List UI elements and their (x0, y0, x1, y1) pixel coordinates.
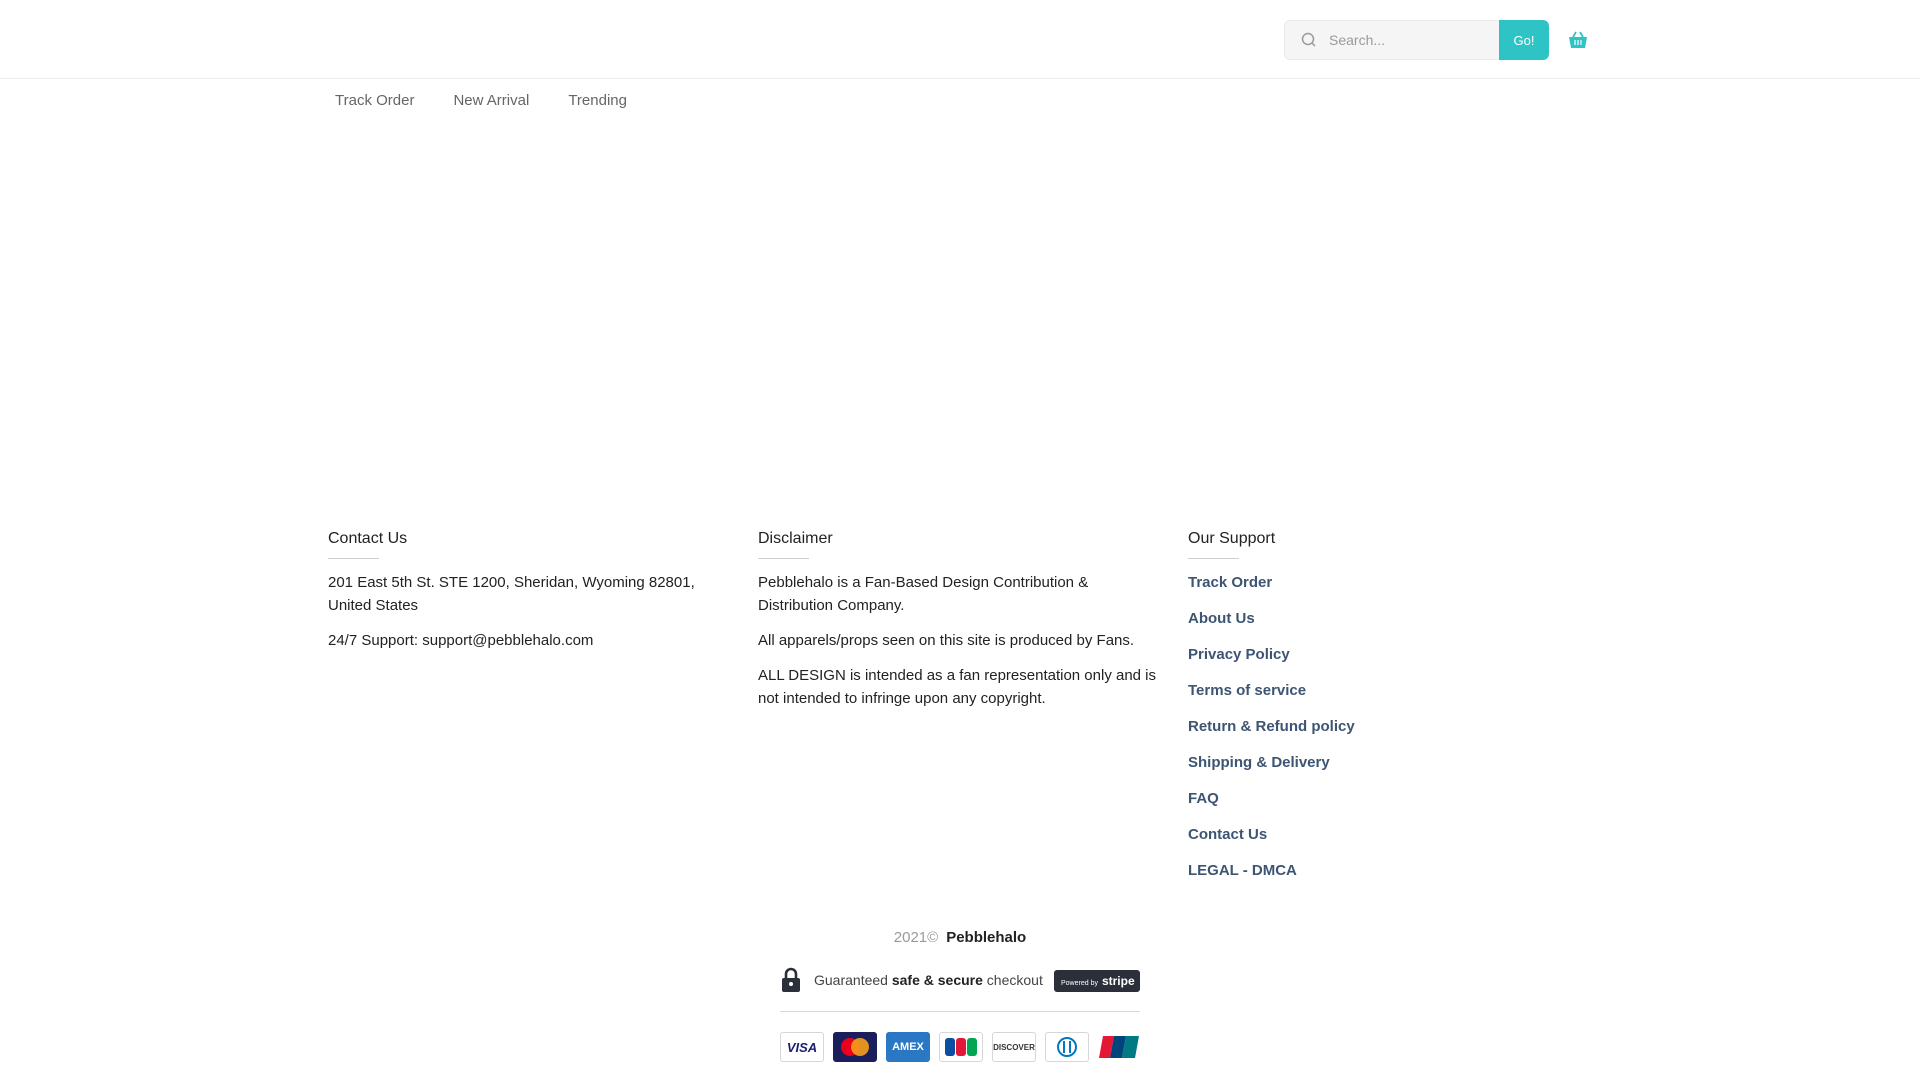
secure-checkout-text: Guaranteed safe & secure checkout (814, 972, 1043, 988)
lock-icon (782, 967, 800, 992)
support-link-about-us[interactable]: About Us (1188, 610, 1255, 627)
jcb-icon (939, 1032, 983, 1062)
support-links: Track Order About Us Privacy Policy Term… (1188, 571, 1588, 882)
stripe-badge: Powered by stripe (1054, 970, 1140, 992)
support-link-terms-of-service[interactable]: Terms of service (1188, 682, 1306, 699)
basket-icon[interactable] (1567, 29, 1589, 51)
footer-contact: Contact Us 201 East 5th St. STE 1200, Sh… (328, 528, 708, 652)
unionpay-icon (1098, 1032, 1142, 1062)
contact-title: Contact Us (328, 528, 708, 559)
contact-address: 201 East 5th St. STE 1200, Sheridan, Wyo… (328, 574, 695, 614)
disclaimer-paragraph: Pebblehalo is a Fan-Based Design Contrib… (758, 574, 1089, 614)
disclaimer-paragraph: All apparels/props seen on this site is … (758, 632, 1135, 649)
visa-icon: VISA (780, 1032, 824, 1062)
main-nav: Track Order New Arrival Trending (335, 90, 666, 112)
search-input[interactable] (1329, 21, 1494, 59)
amex-icon: AMEX (886, 1032, 930, 1062)
site-header: Go! (0, 0, 1920, 79)
nav-new-arrival[interactable]: New Arrival (453, 90, 529, 112)
secure-checkout-banner: Guaranteed safe & secure checkout Powere… (780, 965, 1140, 995)
brand-name: Pebblehalo (946, 929, 1027, 946)
search-icon (1301, 32, 1316, 47)
diners-club-icon (1045, 1032, 1089, 1062)
footer-disclaimer: Disclaimer Pebblehalo is a Fan-Based Des… (758, 528, 1158, 710)
discover-icon: DISCOVER (992, 1032, 1036, 1062)
support-link-faq[interactable]: FAQ (1188, 790, 1219, 807)
support-link-legal-dmca[interactable]: LEGAL - DMCA (1188, 862, 1297, 879)
footer-support: Our Support Track Order About Us Privacy… (1188, 528, 1588, 895)
support-link-privacy-policy[interactable]: Privacy Policy (1188, 646, 1290, 663)
mastercard-icon (833, 1032, 877, 1062)
disclaimer-title: Disclaimer (758, 528, 1158, 559)
support-link-contact-us[interactable]: Contact Us (1188, 826, 1267, 843)
copyright-year: 2021© (893, 929, 939, 946)
nav-trending[interactable]: Trending (568, 90, 627, 112)
support-link-shipping-delivery[interactable]: Shipping & Delivery (1188, 754, 1330, 771)
disclaimer-paragraph: ALL DESIGN is intended as a fan represen… (758, 667, 1157, 707)
contact-support: 24/7 Support: support@pebblehalo.com (328, 632, 594, 649)
nav-track-order[interactable]: Track Order (335, 90, 414, 112)
support-link-track-order[interactable]: Track Order (1188, 574, 1272, 591)
divider (780, 1011, 1140, 1012)
support-link-return-refund[interactable]: Return & Refund policy (1188, 718, 1355, 735)
copyright: 2021© Pebblehalo (0, 927, 1920, 949)
search-go-button[interactable]: Go! (1499, 20, 1549, 60)
search-box (1284, 20, 1499, 60)
support-title: Our Support (1188, 528, 1588, 559)
payment-methods: VISA AMEX DISCOVER (780, 1032, 1142, 1062)
